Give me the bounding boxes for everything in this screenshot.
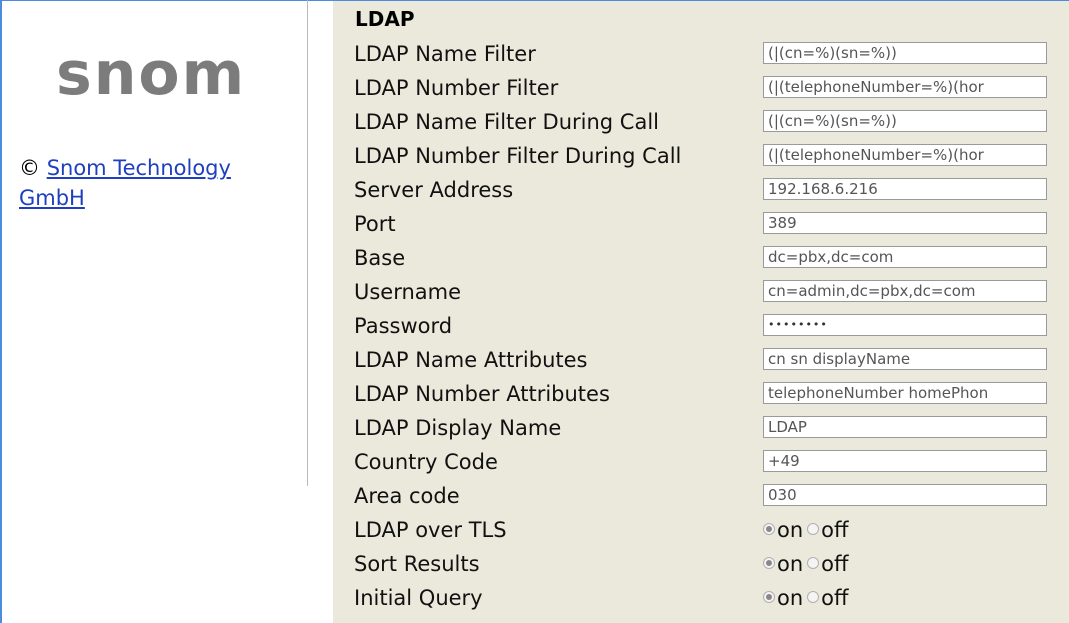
port-input[interactable]: 389 (763, 212, 1047, 234)
radio-on-label: on (777, 586, 804, 610)
field-label: Server Address (354, 178, 514, 202)
initial-query-row: Initial Query on off (333, 581, 1069, 615)
ldap-over-tls-off-radio[interactable] (807, 523, 820, 535)
ldap-number-attributes-input[interactable]: telephoneNumber homePhon (763, 382, 1047, 404)
ldap-name-filter-row: LDAP Name Filter (|(cn=%)(sn=%)) (333, 37, 1069, 71)
password-row: Password •••••••• (333, 309, 1069, 343)
server-address-input[interactable]: 192.168.6.216 (763, 178, 1047, 200)
field-label: Username (354, 280, 462, 304)
field-label: LDAP Number Attributes (354, 382, 610, 406)
snom-logo: snom (56, 39, 247, 109)
field-label: LDAP Number Filter (354, 76, 559, 100)
ldap-name-attributes-row: LDAP Name Attributes cn sn displayName (333, 343, 1069, 377)
section-title: LDAP (355, 7, 415, 31)
ldap-over-tls-radio-group: on off (763, 518, 853, 542)
ldap-over-tls-on-radio[interactable] (763, 523, 775, 535)
initial-query-on-radio[interactable] (763, 591, 775, 603)
field-label: Country Code (354, 450, 498, 474)
sort-results-row: Sort Results on off (333, 547, 1069, 581)
company-link[interactable]: Snom Technology GmbH (19, 156, 231, 210)
ldap-display-name-row: LDAP Display Name LDAP (333, 411, 1069, 445)
base-row: Base dc=pbx,dc=com (333, 241, 1069, 275)
field-label: LDAP Display Name (354, 416, 562, 440)
sort-results-radio-group: on off (763, 552, 853, 576)
field-label: Sort Results (354, 552, 480, 576)
ldap-number-attributes-row: LDAP Number Attributes telephoneNumber h… (333, 377, 1069, 411)
field-label: LDAP Name Attributes (354, 348, 588, 372)
sidebar: snom © Snom Technology GmbH (2, 1, 307, 623)
ldap-number-filter-row: LDAP Number Filter (|(telephoneNumber=%)… (333, 71, 1069, 105)
server-address-row: Server Address 192.168.6.216 (333, 173, 1069, 207)
copyright-symbol: © (19, 156, 40, 180)
sort-results-on-radio[interactable] (763, 557, 775, 569)
country-code-row: Country Code +49 (333, 445, 1069, 479)
initial-query-radio-group: on off (763, 586, 853, 610)
radio-off-label: off (821, 552, 849, 576)
initial-query-off-radio[interactable] (807, 591, 820, 603)
password-input[interactable]: •••••••• (763, 314, 1047, 336)
ldap-display-name-input[interactable]: LDAP (763, 416, 1047, 438)
field-label: Base (354, 246, 406, 270)
area-code-row: Area code 030 (333, 479, 1069, 513)
country-code-input[interactable]: +49 (763, 450, 1047, 472)
username-input[interactable]: cn=admin,dc=pbx,dc=com (763, 280, 1047, 302)
field-label: LDAP over TLS (354, 518, 507, 542)
radio-on-label: on (777, 552, 804, 576)
field-label: LDAP Name Filter During Call (354, 110, 659, 134)
port-row: Port 389 (333, 207, 1069, 241)
field-label: Password (354, 314, 453, 338)
ldap-name-filter-during-call-input[interactable]: (|(cn=%)(sn=%)) (763, 110, 1047, 132)
field-label: Port (354, 212, 396, 236)
area-code-input[interactable]: 030 (763, 484, 1047, 506)
base-input[interactable]: dc=pbx,dc=com (763, 246, 1047, 268)
field-label: Area code (354, 484, 460, 508)
ldap-name-attributes-input[interactable]: cn sn displayName (763, 348, 1047, 370)
ldap-settings-panel: LDAP LDAP Name Filter (|(cn=%)(sn=%)) LD… (333, 1, 1069, 623)
ldap-name-filter-input[interactable]: (|(cn=%)(sn=%)) (763, 42, 1047, 64)
field-label: Initial Query (354, 586, 483, 610)
radio-off-label: off (821, 586, 849, 610)
ldap-number-filter-during-call-input[interactable]: (|(telephoneNumber=%)(hor (763, 144, 1047, 166)
radio-on-label: on (777, 518, 804, 542)
username-row: Username cn=admin,dc=pbx,dc=com (333, 275, 1069, 309)
ldap-name-filter-during-call-row: LDAP Name Filter During Call (|(cn=%)(sn… (333, 105, 1069, 139)
field-label: LDAP Name Filter (354, 42, 536, 66)
field-label: LDAP Number Filter During Call (354, 144, 682, 168)
ldap-number-filter-during-call-row: LDAP Number Filter During Call (|(teleph… (333, 139, 1069, 173)
radio-off-label: off (821, 518, 849, 542)
sort-results-off-radio[interactable] (807, 557, 820, 569)
ldap-number-filter-input[interactable]: (|(telephoneNumber=%)(hor (763, 76, 1047, 98)
ldap-over-tls-row: LDAP over TLS on off (333, 513, 1069, 547)
copyright-notice: © Snom Technology GmbH (19, 153, 299, 213)
sidebar-divider (307, 0, 308, 486)
